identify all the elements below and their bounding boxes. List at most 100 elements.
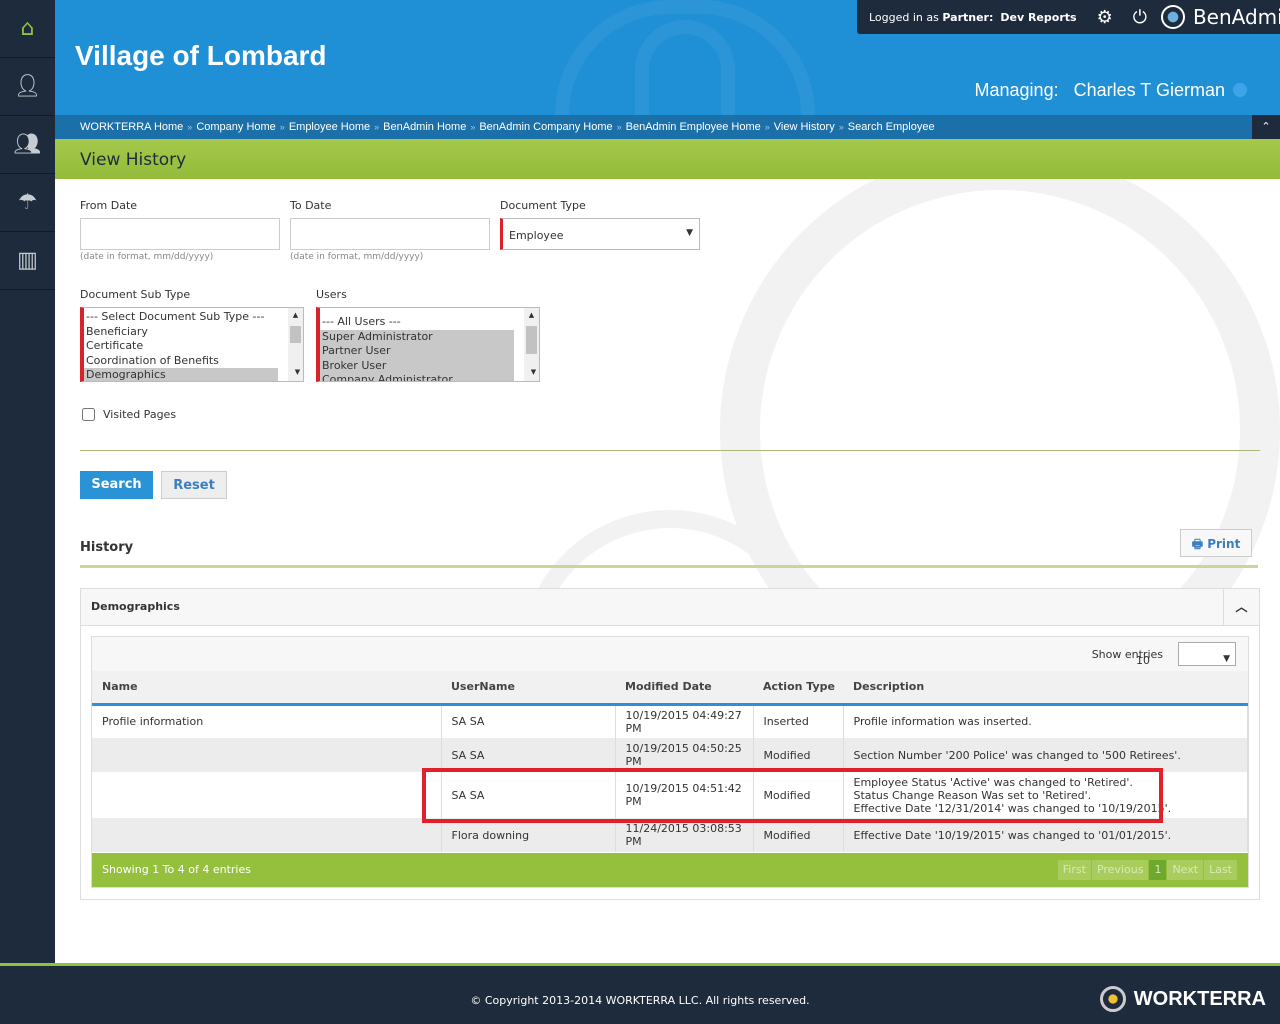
cell-description: Effective Date '10/19/2015' was changed … xyxy=(843,818,1248,852)
column-header-modified-date[interactable]: Modified Date xyxy=(615,671,753,706)
list-option[interactable]: Certificate xyxy=(84,339,303,354)
info-icon[interactable] xyxy=(1233,83,1247,97)
list-option[interactable]: --- All Users --- xyxy=(320,315,539,330)
managing-info: Managing: Charles T Gierman xyxy=(975,80,1247,101)
page-next[interactable]: Next xyxy=(1167,860,1205,880)
workterra-logo: WORKTERRA xyxy=(1099,986,1266,1012)
cell-username: Flora downing xyxy=(441,818,616,852)
list-option-selected[interactable]: Company Administrator xyxy=(320,373,514,381)
visited-pages-label: Visited Pages xyxy=(103,408,177,421)
to-date-label: To Date xyxy=(290,199,332,212)
collapse-header-button[interactable]: ⌃ xyxy=(1252,115,1280,139)
breadcrumb-link[interactable]: View History xyxy=(774,121,835,133)
cell-date: 11/24/2015 03:08:53 PM xyxy=(615,818,754,852)
gear-icon[interactable]: ⚙ xyxy=(1097,7,1113,28)
demographics-panel: Demographics ︿ Show entries 10 ▼ Name UserN… xyxy=(80,588,1260,900)
cell-name xyxy=(92,738,442,772)
panel-header: Demographics ︿ xyxy=(81,589,1259,626)
cell-date: 10/19/2015 04:50:25 PM xyxy=(615,738,754,772)
list-option-selected[interactable]: Demographics xyxy=(84,368,278,381)
chevron-up-icon[interactable]: ︿ xyxy=(1223,589,1259,625)
breadcrumb-link[interactable]: Search Employee xyxy=(848,121,935,133)
page-1[interactable]: 1 xyxy=(1149,860,1168,880)
cell-action: Inserted xyxy=(753,704,844,738)
search-button[interactable]: Search xyxy=(80,471,153,499)
page-last[interactable]: Last xyxy=(1204,860,1238,880)
doc-subtype-listbox[interactable]: --- Select Document Sub Type --- Benefic… xyxy=(80,307,304,382)
column-header-description[interactable]: Description xyxy=(843,671,1248,706)
doc-subtype-label: Document Sub Type xyxy=(80,288,191,301)
column-header-username[interactable]: UserName xyxy=(441,671,615,706)
page-first[interactable]: First xyxy=(1057,860,1092,880)
doc-type-select[interactable]: Employee ▼ xyxy=(500,218,700,250)
printer-icon: 🖶 xyxy=(1191,537,1204,551)
company-title: Village of Lombard xyxy=(75,40,327,71)
chevron-down-icon: ▼ xyxy=(686,228,693,238)
history-heading: History xyxy=(80,540,134,555)
reset-button[interactable]: Reset xyxy=(161,471,227,499)
sidebar-home-icon[interactable]: ⌂ xyxy=(0,0,55,58)
list-option-selected[interactable]: Broker User xyxy=(320,358,514,373)
breadcrumb-link[interactable]: Employee Home xyxy=(289,121,370,133)
list-option[interactable]: Coordination of Benefits xyxy=(84,354,303,369)
pagination: First Previous 1 Next Last xyxy=(1057,860,1238,880)
breadcrumb-link[interactable]: BenAdmin Home xyxy=(383,121,466,133)
print-button[interactable]: 🖶 Print xyxy=(1180,529,1252,557)
divider xyxy=(80,450,1260,451)
sidebar-users-icon[interactable]: 👥︎ xyxy=(0,116,55,174)
breadcrumb-link[interactable]: WORKTERRA Home xyxy=(80,121,183,133)
sidebar-benefits-icon[interactable]: ☂ xyxy=(0,174,55,232)
breadcrumb: WORKTERRA Home» Company Home» Employee H… xyxy=(55,115,1280,139)
table-row: SA SA 10/19/2015 04:50:25 PM Modified Se… xyxy=(92,738,1248,772)
cell-action: Modified xyxy=(753,738,844,772)
benadmin-logo-icon xyxy=(1160,5,1185,29)
workterra-logo-icon xyxy=(1099,986,1126,1012)
list-option[interactable]: Beneficiary xyxy=(84,325,303,340)
cell-description: Profile information was inserted. xyxy=(843,704,1248,738)
list-option[interactable]: --- Select Document Sub Type --- xyxy=(84,310,303,325)
column-header-name[interactable]: Name xyxy=(92,671,441,706)
visited-pages-checkbox[interactable] xyxy=(82,408,95,421)
table-row: Profile information SA SA 10/19/2015 04:… xyxy=(92,704,1248,738)
sidebar-reports-icon[interactable]: ▥ xyxy=(0,232,55,290)
history-table: Name UserName Modified Date Action Type … xyxy=(92,671,1248,852)
users-listbox[interactable]: --- All Users --- Super Administrator Pa… xyxy=(316,307,540,382)
table-row: Flora downing 11/24/2015 03:08:53 PM Mod… xyxy=(92,818,1248,852)
cell-description: Section Number '200 Police' was changed … xyxy=(843,738,1248,772)
sidebar: ⌂ 👤︎ 👥︎ ☂ ▥ xyxy=(0,0,55,1024)
column-header-action-type[interactable]: Action Type xyxy=(753,671,843,706)
page-previous[interactable]: Previous xyxy=(1091,860,1150,880)
footer: © Copyright 2013-2014 WORKTERRA LLC. All… xyxy=(0,963,1280,1024)
scrollbar[interactable]: ▲ ▼ xyxy=(288,308,303,381)
cell-action: Modified xyxy=(753,818,844,852)
breadcrumb-link[interactable]: Company Home xyxy=(196,121,275,133)
users-label: Users xyxy=(316,288,347,301)
breadcrumb-link[interactable]: BenAdmin Employee Home xyxy=(626,121,761,133)
divider xyxy=(80,565,1258,568)
cell-date: 10/19/2015 04:49:27 PM xyxy=(615,704,754,738)
list-option-selected[interactable]: Super Administrator xyxy=(320,329,514,344)
doc-type-label: Document Type xyxy=(500,199,586,212)
table-footer: Showing 1 To 4 of 4 entries First Previo… xyxy=(92,853,1248,887)
history-table-wrapper: Show entries 10 ▼ Name UserName Modified D… xyxy=(91,636,1249,888)
sidebar-user-icon[interactable]: 👤︎ xyxy=(0,58,55,116)
highlight-annotation xyxy=(422,768,1163,823)
list-option-selected[interactable]: Partner User xyxy=(320,344,514,359)
doc-type-value: Employee xyxy=(509,229,564,242)
to-date-input[interactable] xyxy=(290,218,490,250)
power-icon[interactable]: ⏻ xyxy=(1133,7,1147,28)
breadcrumb-link[interactable]: BenAdmin Company Home xyxy=(479,121,612,133)
scrollbar[interactable]: ▲ ▼ xyxy=(524,308,539,381)
from-date-label: From Date xyxy=(80,199,138,212)
cell-name xyxy=(92,818,442,852)
cell-name xyxy=(92,772,442,818)
copyright: © Copyright 2013-2014 WORKTERRA LLC. All… xyxy=(470,994,810,1007)
login-info: Logged in as Partner: Dev Reports xyxy=(869,10,1077,24)
cell-name: Profile information xyxy=(92,704,442,738)
cell-username: SA SA xyxy=(441,704,616,738)
entries-info: Showing 1 To 4 of 4 entries xyxy=(102,863,251,876)
header: Village of Lombard Logged in as Partner:… xyxy=(55,0,1280,115)
benadmin-brand: BenAdmin xyxy=(1160,5,1280,29)
from-date-input[interactable] xyxy=(80,218,280,250)
show-entries-select[interactable]: 10 ▼ xyxy=(1136,642,1236,667)
